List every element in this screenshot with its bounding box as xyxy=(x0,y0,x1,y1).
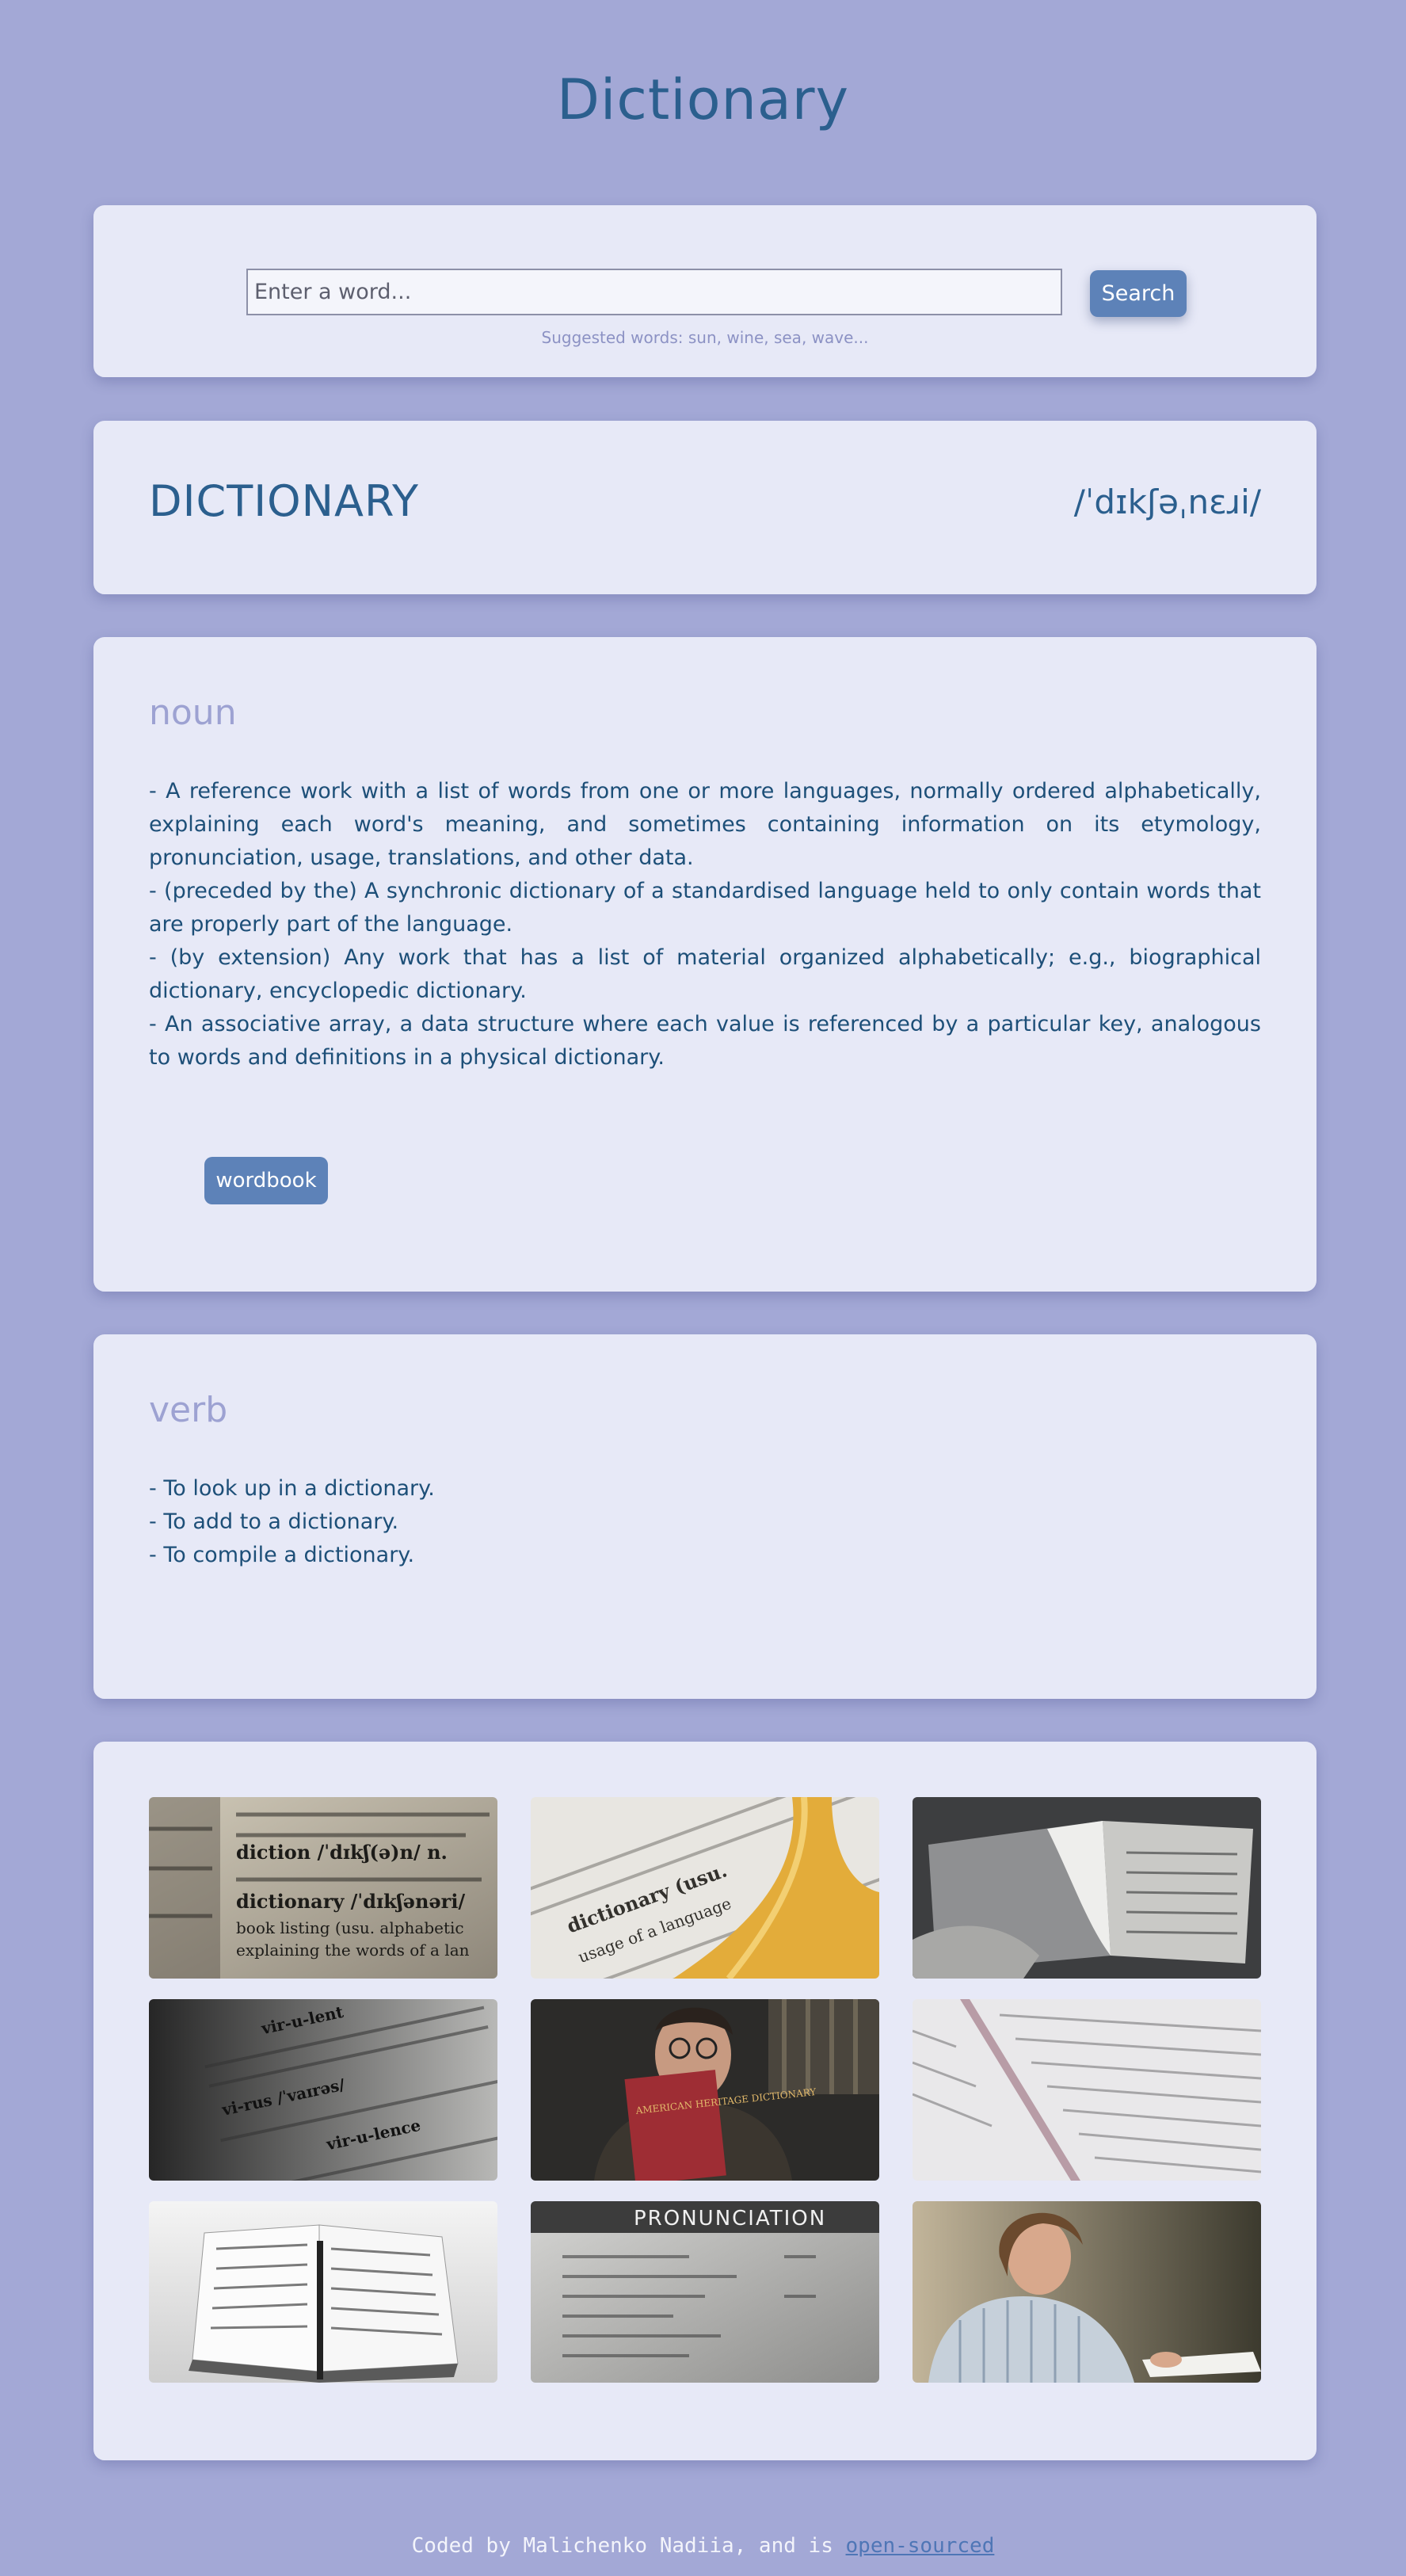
photo-book-with-pen xyxy=(149,2201,497,2383)
meaning-card-noun: noun - A reference work with a list of w… xyxy=(93,637,1316,1292)
photo-dictionary-page: diction /ˈdɪkʃ(ə)n/ n. dictionary /ˈdɪkʃ… xyxy=(149,1797,497,1979)
svg-text:PRONUNCIATION: PRONUNCIATION xyxy=(634,2207,826,2231)
definition-item: - A reference work with a list of words … xyxy=(149,779,1261,870)
definition-item: - (by extension) Any work that has a lis… xyxy=(149,945,1261,1003)
photo-dictionary-tassel: dictionary (usu. usage of a language xyxy=(531,1797,879,1979)
definition-item: - To compile a dictionary. xyxy=(149,1543,415,1567)
photo-open-dictionary-light xyxy=(913,1999,1261,2181)
photo-flipping-pages xyxy=(913,1797,1261,1979)
photo-pronunciation-page: PRONUNCIATION xyxy=(531,2201,879,2383)
definition-list: - A reference work with a list of words … xyxy=(149,775,1261,1074)
definition-item: - To look up in a dictionary. xyxy=(149,1476,435,1501)
definition-item: - To add to a dictionary. xyxy=(149,1509,399,1534)
footer-credit: Coded by Malichenko Nadiia, and is xyxy=(411,2534,846,2558)
photo-virulence-page: vir-u-lent vi-rus /ˈvaɪrəs/ vir-u-lence xyxy=(149,1999,497,2181)
part-of-speech-heading: verb xyxy=(149,1390,228,1430)
photo-man-with-dictionary: AMERICAN HERITAGE DICTIONARY xyxy=(531,1999,879,2181)
open-source-link[interactable]: open-sourced xyxy=(846,2534,995,2558)
photo-gallery: diction /ˈdɪkʃ(ə)n/ n. dictionary /ˈdɪkʃ… xyxy=(93,1742,1316,2460)
word-title: DICTIONARY xyxy=(149,476,420,526)
suggested-words: Suggested words: sun, wine, sea, wave... xyxy=(541,328,869,347)
synonym-button[interactable]: wordbook xyxy=(204,1157,328,1204)
app-title: Dictionary xyxy=(556,67,850,132)
svg-text:dictionary /ˈdɪkʃənəri/: dictionary /ˈdɪkʃənəri/ xyxy=(236,1890,465,1913)
definition-item: - (preceded by the) A synchronic diction… xyxy=(149,879,1261,937)
search-card: Search Suggested words: sun, wine, sea, … xyxy=(93,205,1316,377)
svg-text:book listing (usu. alphabetic: book listing (usu. alphabetic xyxy=(236,1918,464,1937)
phonetic-transcription: /ˈdɪkʃəˌnɛɹi/ xyxy=(1073,483,1261,521)
meaning-card-verb: verb - To look up in a dictionary. - To … xyxy=(93,1334,1316,1699)
photo-woman-reading xyxy=(913,2201,1261,2383)
part-of-speech-heading: noun xyxy=(149,693,237,733)
word-header-card: DICTIONARY /ˈdɪkʃəˌnɛɹi/ xyxy=(93,421,1316,594)
footer: Coded by Malichenko Nadiia, and is open-… xyxy=(0,2534,1406,2558)
svg-text:diction /ˈdɪkʃ(ə)n/ n.: diction /ˈdɪkʃ(ə)n/ n. xyxy=(236,1841,448,1864)
search-input[interactable] xyxy=(246,269,1062,315)
search-button[interactable]: Search xyxy=(1090,270,1187,317)
definition-item: - An associative array, a data structure… xyxy=(149,1012,1261,1070)
svg-text:explaining the words of a lan: explaining the words of a lan xyxy=(236,1941,470,1960)
definition-list: - To look up in a dictionary. - To add t… xyxy=(149,1472,1261,1572)
